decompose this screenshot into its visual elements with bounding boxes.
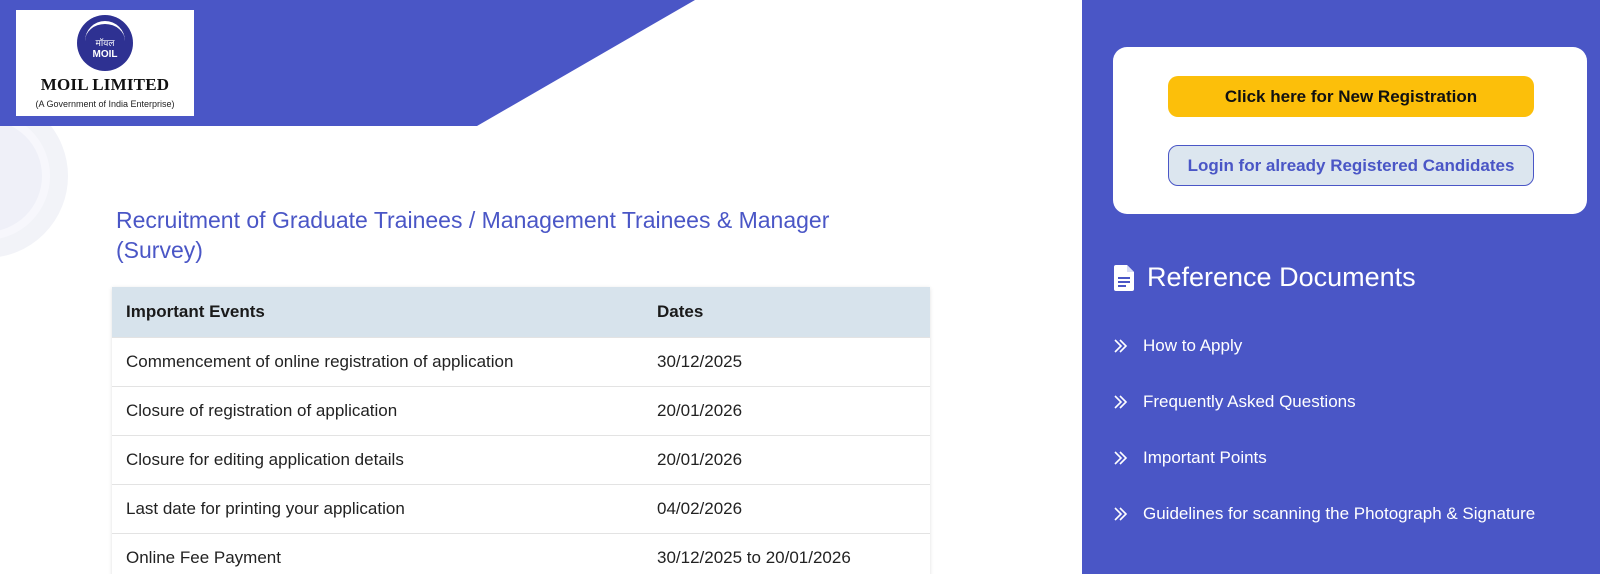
column-header-dates: Dates [643,287,930,337]
event-cell: Closure for editing application details [112,434,643,484]
double-chevron-right-icon [1114,507,1128,521]
reference-link-faq[interactable]: Frequently Asked Questions [1113,374,1535,430]
logo-short-name: MOIL [92,48,118,60]
registration-card: Click here for New Registration Login fo… [1113,47,1587,214]
sidebar: Click here for New Registration Login fo… [1082,0,1600,574]
logo-emblem: मॉयल MOIL [77,15,133,71]
table-row: Last date for printing your application … [112,483,930,533]
table-row: Online Fee Payment 30/12/2025 to 20/01/2… [112,532,930,574]
reference-link-label: Frequently Asked Questions [1143,392,1356,411]
reference-link-label: How to Apply [1143,336,1243,355]
table-row: Closure for editing application details … [112,434,930,484]
table-row: Commencement of online registration of a… [112,336,930,386]
new-registration-button[interactable]: Click here for New Registration [1168,76,1534,117]
column-header-events: Important Events [112,287,643,337]
double-chevron-right-icon [1114,451,1128,465]
reference-link-label: Guidelines for scanning the Photograph &… [1143,504,1536,523]
login-button[interactable]: Login for already Registered Candidates [1168,145,1534,186]
document-icon [1114,264,1134,291]
reference-documents-heading: Reference Documents [1113,262,1416,293]
reference-link-scanning-guidelines[interactable]: Guidelines for scanning the Photograph &… [1113,486,1535,542]
reference-documents-list: How to Apply Frequently Asked Questions … [1113,318,1535,542]
event-cell: Commencement of online registration of a… [112,336,643,386]
table-row: Closure of registration of application 2… [112,385,930,435]
event-cell: Online Fee Payment [112,532,643,574]
logo-tagline: (A Government of India Enterprise) [35,99,175,109]
events-table: Important Events Dates Commencement of o… [112,287,930,574]
company-logo[interactable]: मॉयल MOIL MOIL LIMITED (A Government of … [16,10,194,116]
page: मॉयल MOIL MOIL LIMITED (A Government of … [0,0,1600,574]
reference-link-label: Important Points [1143,448,1267,467]
double-chevron-right-icon [1114,339,1128,353]
table-header-row: Important Events Dates [112,287,930,337]
event-cell: Closure of registration of application [112,385,643,435]
date-cell: 30/12/2025 to 20/01/2026 [643,532,930,574]
reference-link-how-to-apply[interactable]: How to Apply [1113,318,1535,374]
reference-documents-title: Reference Documents [1147,262,1416,292]
double-chevron-right-icon [1114,395,1128,409]
reference-link-important-points[interactable]: Important Points [1113,430,1535,486]
logo-arc [85,21,125,43]
date-cell: 04/02/2026 [643,483,930,533]
logo-company-name: MOIL LIMITED [40,75,170,94]
date-cell: 20/01/2026 [643,434,930,484]
page-title: Recruitment of Graduate Trainees / Manag… [116,207,830,263]
date-cell: 30/12/2025 [643,336,930,386]
date-cell: 20/01/2026 [643,385,930,435]
event-cell: Last date for printing your application [112,483,643,533]
